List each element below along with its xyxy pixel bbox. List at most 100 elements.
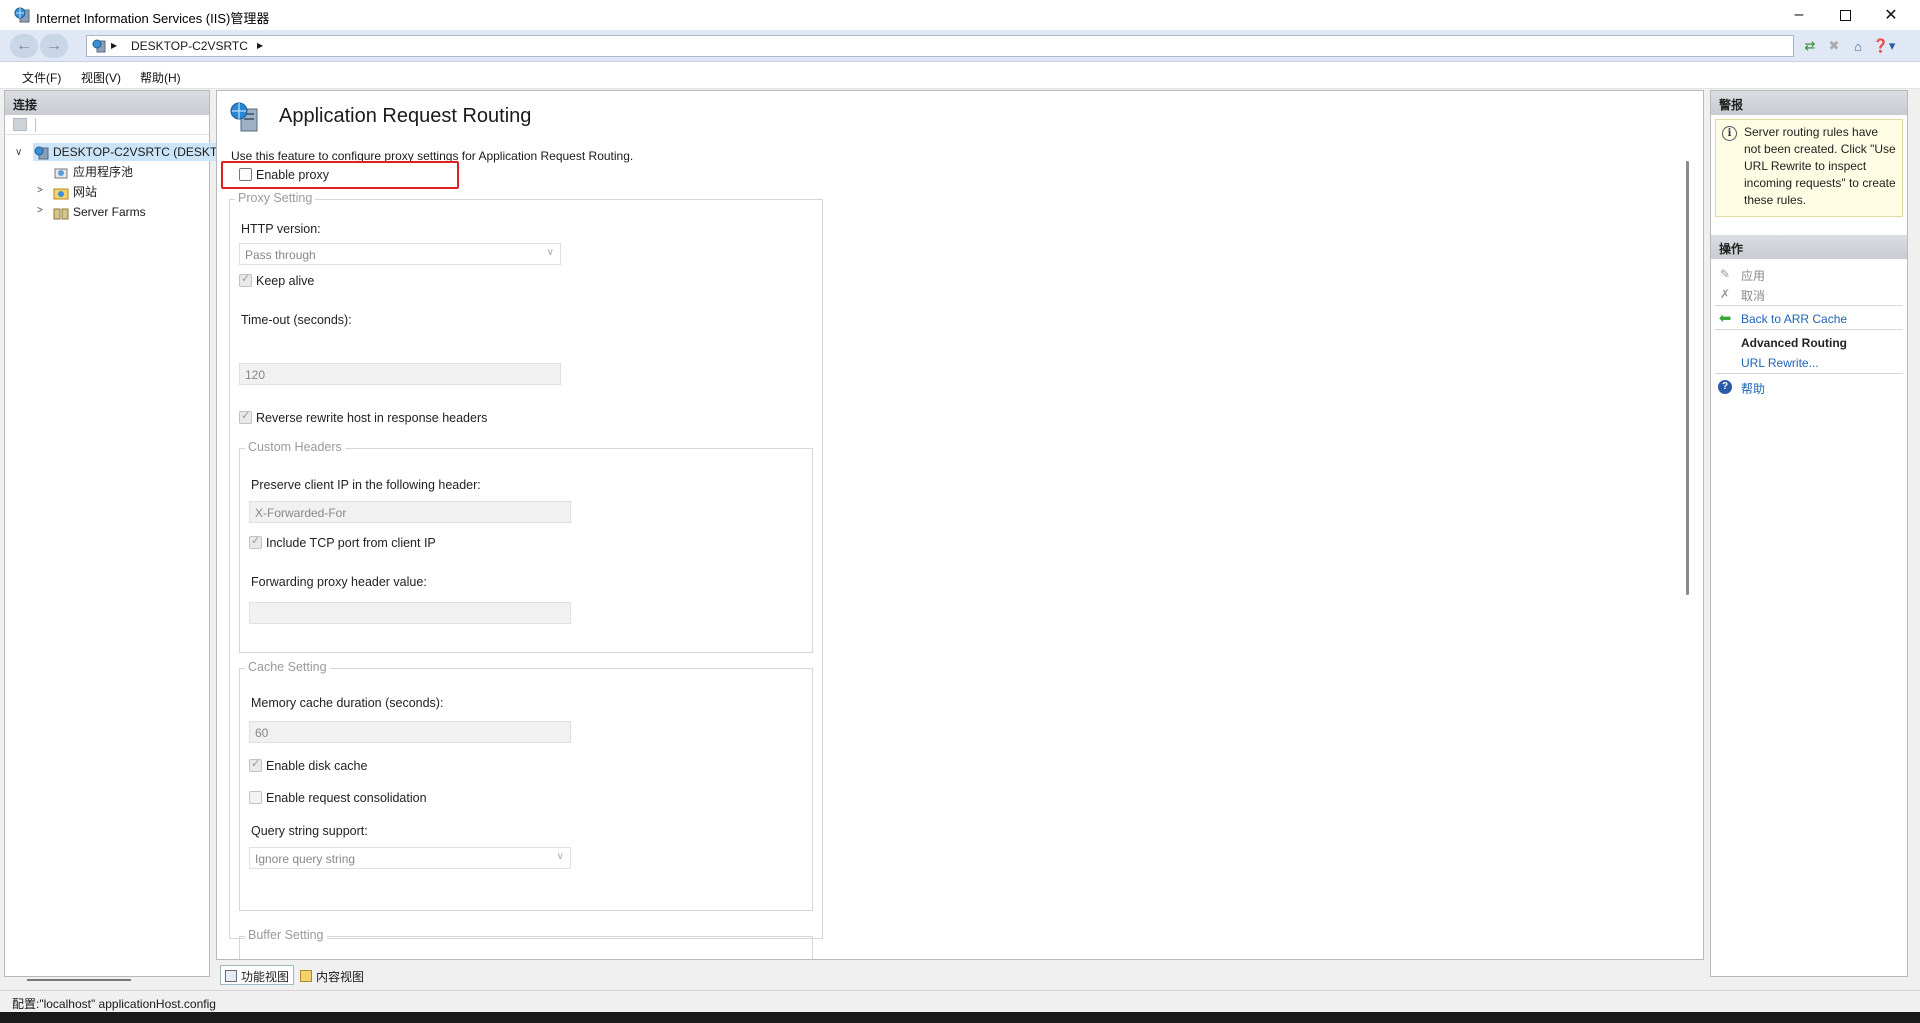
- action-cancel[interactable]: 取消: [1741, 287, 1765, 304]
- enable-proxy-label[interactable]: Enable proxy: [256, 168, 329, 182]
- reverse-rewrite-label[interactable]: Reverse rewrite host in response headers: [256, 411, 487, 425]
- include-tcp-port-label[interactable]: Include TCP port from client IP: [266, 536, 436, 550]
- memory-cache-label: Memory cache duration (seconds):: [251, 696, 444, 710]
- http-version-value: Pass through: [245, 248, 316, 262]
- create-connection-icon[interactable]: [13, 118, 27, 131]
- include-tcp-port-row: Include TCP port from client IP: [249, 534, 436, 550]
- disk-cache-row: Enable disk cache: [249, 757, 367, 773]
- apply-icon: ✎: [1719, 267, 1731, 281]
- stop-icon[interactable]: ✖: [1824, 36, 1844, 56]
- minimize-button[interactable]: –: [1776, 0, 1822, 30]
- server-icon: [92, 39, 106, 53]
- close-button[interactable]: ✕: [1868, 0, 1914, 30]
- request-consolidation-row: Enable request consolidation: [249, 789, 427, 805]
- back-arrow-icon: ⬅: [1718, 310, 1732, 327]
- actions-panel: 警报 i Server routing rules have not been …: [1710, 90, 1908, 977]
- timeout-input[interactable]: 120: [239, 363, 561, 385]
- refresh-icon[interactable]: ⇄: [1800, 36, 1820, 56]
- keep-alive-row: Keep alive: [239, 272, 314, 288]
- tree-expand-server-icon[interactable]: ∨: [15, 147, 22, 158]
- tree-item-server[interactable]: DESKTOP-C2VSRTC (DESKT: [33, 143, 222, 161]
- keep-alive-label[interactable]: Keep alive: [256, 274, 314, 288]
- cancel-icon: ✗: [1719, 287, 1731, 301]
- proxy-setting-legend: Proxy Setting: [235, 191, 316, 205]
- actions-divider: [1715, 305, 1903, 306]
- action-help[interactable]: 帮助: [1741, 380, 1765, 397]
- forwarding-header-input[interactable]: [249, 602, 571, 624]
- arrow-left-icon: ←: [16, 37, 32, 54]
- view-tabs: 功能视图 内容视图: [216, 962, 1704, 986]
- app-pool-icon: [54, 168, 68, 179]
- taskbar-strip: [0, 1012, 1920, 1023]
- server-icon: [34, 146, 49, 160]
- tree-item-app-pools[interactable]: 应用程序池: [53, 163, 133, 181]
- preserve-ip-input[interactable]: X-Forwarded-For: [249, 501, 571, 523]
- tab-features-view-label: 功能视图: [241, 969, 290, 984]
- feature-page: Application Request Routing Use this fea…: [216, 90, 1704, 960]
- memory-cache-input[interactable]: 60: [249, 721, 571, 743]
- breadcrumb-chevron-icon[interactable]: ▶: [257, 41, 263, 50]
- address-bar: ← → ▶ DESKTOP-C2VSRTC ▶ ⇄ ✖ ⌂ ❓▾: [0, 30, 1920, 62]
- alerts-header: 警报: [1711, 91, 1907, 115]
- http-version-select[interactable]: Pass through ∨: [239, 243, 561, 265]
- maximize-button[interactable]: [1822, 0, 1868, 30]
- menu-file[interactable]: 文件(F): [22, 69, 61, 86]
- action-back-to-arr-cache[interactable]: Back to ARR Cache: [1741, 312, 1847, 326]
- scrollbar-thumb[interactable]: [1686, 161, 1689, 595]
- query-string-label: Query string support:: [251, 824, 368, 838]
- chevron-down-icon: ∨: [556, 851, 564, 862]
- menu-view[interactable]: 视图(V): [81, 69, 121, 86]
- action-url-rewrite[interactable]: URL Rewrite...: [1741, 356, 1819, 370]
- info-icon: i: [1722, 126, 1737, 141]
- tree-item-server-farms-label: Server Farms: [73, 205, 146, 219]
- sites-folder-icon: [53, 188, 69, 200]
- enable-proxy-row: Enable proxy: [239, 166, 329, 182]
- address-field[interactable]: ▶ DESKTOP-C2VSRTC ▶: [86, 35, 1794, 57]
- breadcrumb-server[interactable]: DESKTOP-C2VSRTC: [131, 39, 248, 53]
- actions-divider: [1715, 329, 1903, 330]
- status-text: 配置:"localhost" applicationHost.config: [12, 997, 216, 1011]
- arrow-right-icon: →: [46, 37, 62, 54]
- tree-expand-farms-icon[interactable]: >: [37, 205, 43, 216]
- disk-cache-checkbox[interactable]: [249, 757, 262, 773]
- vertical-scrollbar[interactable]: [1679, 149, 1697, 933]
- help-icon: ?: [1717, 379, 1733, 395]
- reverse-rewrite-row: Reverse rewrite host in response headers: [239, 409, 487, 425]
- tree-expand-sites-icon[interactable]: >: [37, 185, 43, 196]
- timeout-label: Time-out (seconds):: [241, 313, 352, 327]
- tree-item-sites[interactable]: 网站: [53, 183, 97, 201]
- content-view-icon: [300, 970, 312, 982]
- application-request-routing-icon: [230, 102, 258, 132]
- features-view-icon: [225, 970, 237, 982]
- enable-proxy-checkbox[interactable]: [239, 168, 252, 182]
- action-apply[interactable]: 应用: [1741, 267, 1765, 284]
- keep-alive-checkbox[interactable]: [239, 272, 252, 288]
- request-consolidation-checkbox[interactable]: [249, 791, 262, 805]
- reverse-rewrite-checkbox[interactable]: [239, 409, 252, 425]
- status-bar: 配置:"localhost" applicationHost.config: [0, 990, 1920, 1012]
- breadcrumb-chevron-icon: ▶: [111, 41, 118, 50]
- tree-item-sites-label: 网站: [73, 185, 98, 199]
- chevron-down-icon: ∨: [546, 247, 554, 258]
- query-string-select[interactable]: Ignore query string ∨: [249, 847, 571, 869]
- iis-manager-icon: [14, 7, 30, 23]
- include-tcp-port-checkbox[interactable]: [249, 534, 262, 550]
- tree-item-server-farms[interactable]: Server Farms: [53, 203, 146, 221]
- tab-features-view[interactable]: 功能视图: [220, 965, 295, 985]
- menu-help[interactable]: 帮助(H): [140, 69, 181, 86]
- window-title: Internet Information Services (IIS)管理器: [36, 11, 270, 26]
- query-string-value: Ignore query string: [255, 852, 356, 866]
- request-consolidation-label[interactable]: Enable request consolidation: [266, 791, 427, 805]
- actions-divider: [1715, 373, 1903, 374]
- home-icon[interactable]: ⌂: [1848, 36, 1868, 56]
- forwarding-header-label: Forwarding proxy header value:: [251, 575, 427, 589]
- horizontal-scrollbar[interactable]: [27, 979, 131, 981]
- back-nav-button[interactable]: ←: [10, 34, 38, 58]
- forward-nav-button[interactable]: →: [40, 34, 68, 58]
- help-dropdown-icon[interactable]: ❓▾: [1873, 36, 1896, 56]
- buffer-setting-legend: Buffer Setting: [245, 928, 327, 942]
- tree-item-app-pools-label: 应用程序池: [73, 165, 134, 179]
- page-title: Application Request Routing: [279, 105, 532, 127]
- tab-content-view[interactable]: 内容视图: [296, 965, 368, 985]
- disk-cache-label[interactable]: Enable disk cache: [266, 759, 367, 773]
